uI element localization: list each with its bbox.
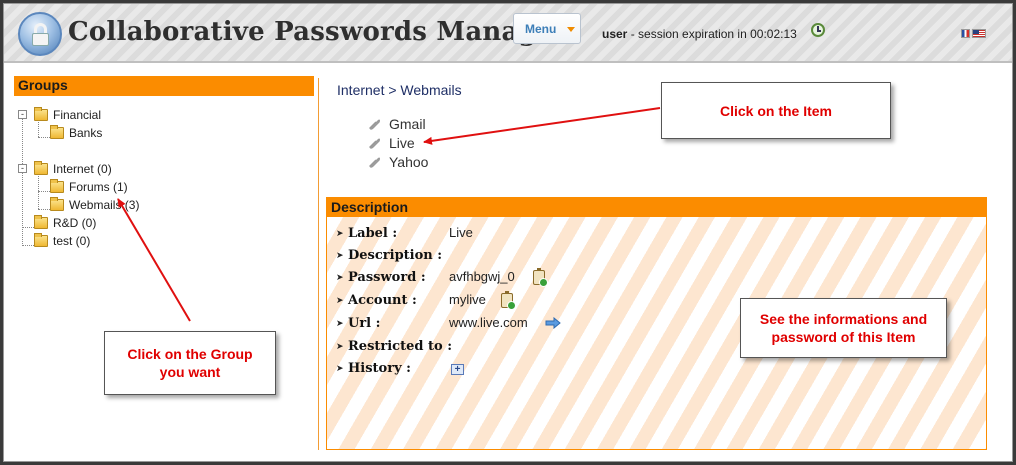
password-value: avfhbgwj_0 — [449, 269, 515, 284]
field-name: Url : — [348, 315, 381, 331]
chevron-right-icon: ➤ — [336, 249, 344, 260]
item-label: Live — [389, 135, 415, 151]
copy-account-icon[interactable] — [501, 291, 516, 310]
callout-info: See the informations and password of thi… — [740, 298, 947, 358]
header: Collaborative Passwords Manager Menu use… — [4, 4, 1012, 63]
tree-item-label: Banks — [69, 126, 103, 140]
chevron-right-icon: ➤ — [336, 340, 344, 351]
chevron-right-icon: ➤ — [336, 227, 344, 238]
field-name: Account : — [348, 292, 417, 308]
folder-icon — [34, 161, 48, 175]
field-name: Label : — [348, 225, 398, 241]
session-expiration: - session expiration in 00:02:13 — [630, 27, 797, 41]
copy-password-icon[interactable] — [533, 268, 548, 287]
menu-button[interactable]: Menu — [513, 13, 581, 44]
field-description: ➤ Description : — [336, 246, 442, 264]
field-label: ➤ Label : Live — [336, 224, 473, 242]
account-value: mylive — [449, 292, 486, 307]
list-item-gmail[interactable]: Gmail — [368, 115, 426, 133]
description-panel-title: Description — [327, 198, 986, 217]
tree-item-label: Forums (1) — [69, 180, 128, 194]
flag-us-icon[interactable] — [972, 29, 986, 38]
field-account: ➤ Account : mylive — [336, 291, 486, 309]
flag-fr-icon[interactable] — [961, 29, 970, 38]
field-value: Live — [449, 225, 473, 240]
item-label: Yahoo — [389, 154, 429, 170]
tree-item-label: Financial — [53, 108, 102, 122]
folder-icon — [34, 215, 48, 229]
field-url: ➤ Url : www.live.com — [336, 314, 528, 332]
callout-group: Click on the Group you want — [104, 331, 276, 395]
folder-icon — [50, 179, 64, 193]
clock-icon[interactable] — [811, 23, 825, 37]
callout-item-text: Click on the Item — [719, 102, 833, 119]
tree-item-label: Internet (0) — [53, 162, 112, 176]
field-name: Description : — [348, 247, 443, 263]
item-label: Gmail — [389, 116, 426, 132]
field-name: Password : — [348, 269, 426, 285]
callout-item: Click on the Item — [661, 82, 891, 139]
list-item-yahoo[interactable]: Yahoo — [368, 153, 428, 171]
url-value: www.live.com — [449, 315, 528, 330]
folder-icon — [50, 197, 64, 211]
tree-item-banks[interactable]: Banks — [50, 125, 102, 141]
field-name: History : — [348, 360, 411, 376]
list-item-live[interactable]: Live — [368, 134, 415, 152]
panel-divider — [318, 78, 319, 450]
tree-item-label: Webmails (3) — [69, 198, 140, 212]
open-url-arrow-icon[interactable] — [545, 317, 561, 329]
field-name: Restricted to : — [348, 338, 452, 354]
callout-group-text: Click on the Group you want — [127, 346, 253, 380]
tree-item-label: test (0) — [53, 234, 91, 248]
tree-item-webmails[interactable]: Webmails (3) — [50, 197, 139, 213]
tree-item-internet[interactable]: Internet (0) — [34, 161, 112, 177]
tree-toggle-internet[interactable]: - — [18, 164, 27, 173]
tree-item-financial[interactable]: Financial — [34, 107, 101, 123]
folder-icon — [50, 125, 64, 139]
chevron-right-icon: ➤ — [336, 294, 344, 305]
field-history: ➤ History : — [336, 359, 411, 377]
paperclip-icon — [369, 157, 381, 168]
chevron-right-icon: ➤ — [336, 317, 344, 328]
field-restricted: ➤ Restricted to : — [336, 337, 452, 355]
field-password: ➤ Password : avfhbgwj_0 — [336, 268, 515, 286]
groups-panel-title: Groups — [14, 76, 314, 96]
folder-icon — [34, 107, 48, 121]
menu-button-label: Menu — [525, 22, 557, 36]
tree-item-forums[interactable]: Forums (1) — [50, 179, 128, 195]
tree-item-rnd[interactable]: R&D (0) — [34, 215, 96, 231]
folder-icon — [34, 233, 48, 247]
chevron-right-icon: ➤ — [336, 362, 344, 373]
expand-history-icon[interactable]: + — [451, 364, 464, 375]
chevron-right-icon: ➤ — [336, 271, 344, 282]
username: user — [602, 27, 628, 41]
tree-item-label: R&D (0) — [53, 216, 97, 230]
breadcrumb: Internet > Webmails — [337, 82, 462, 98]
lock-logo-icon — [18, 12, 62, 56]
callout-info-text: See the informations and password of thi… — [759, 311, 928, 345]
chevron-down-icon — [567, 27, 575, 32]
tree-toggle-financial[interactable]: - — [18, 110, 27, 119]
tree-item-test[interactable]: test (0) — [34, 233, 90, 249]
paperclip-icon — [369, 119, 381, 130]
app-title: Collaborative Passwords Manager — [68, 17, 568, 47]
session-info: user - session expiration in 00:02:13 — [602, 27, 797, 41]
paperclip-icon — [369, 138, 381, 149]
